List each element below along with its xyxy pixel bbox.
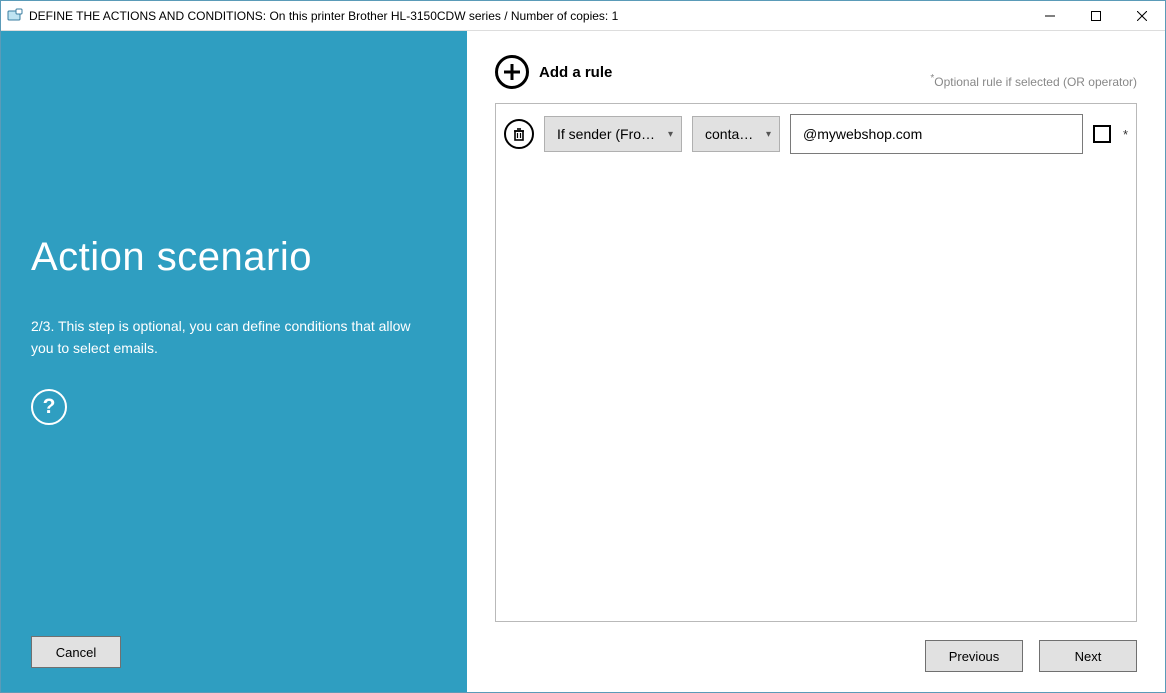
- sidebar-description: 2/3. This step is optional, you can defi…: [31, 316, 421, 359]
- previous-button[interactable]: Previous: [925, 640, 1023, 672]
- help-icon[interactable]: ?: [31, 389, 67, 425]
- footer-buttons: Previous Next: [495, 640, 1137, 672]
- previous-label: Previous: [949, 649, 1000, 664]
- rule-field-label: If sender (From)...: [557, 126, 658, 142]
- trash-icon: [512, 127, 526, 141]
- rule-field-select[interactable]: If sender (From)... ▾: [544, 116, 682, 152]
- rule-value-input[interactable]: [790, 114, 1083, 154]
- title-bar: DEFINE THE ACTIONS AND CONDITIONS: On th…: [1, 1, 1165, 31]
- window-controls: [1027, 1, 1165, 30]
- rule-operator-label: contains: [705, 126, 756, 142]
- minimize-button[interactable]: [1027, 1, 1073, 30]
- help-symbol: ?: [43, 395, 56, 419]
- cancel-button[interactable]: Cancel: [31, 636, 121, 668]
- sidebar-heading: Action scenario: [31, 235, 437, 280]
- optional-note-text: Optional rule if selected (OR operator): [934, 75, 1137, 89]
- next-label: Next: [1075, 649, 1102, 664]
- rules-container: If sender (From)... ▾ contains ▾ *: [495, 103, 1137, 622]
- add-rule-button[interactable]: Add a rule: [495, 55, 612, 89]
- window-title: DEFINE THE ACTIONS AND CONDITIONS: On th…: [29, 9, 618, 23]
- cancel-label: Cancel: [56, 645, 96, 660]
- next-button[interactable]: Next: [1039, 640, 1137, 672]
- maximize-button[interactable]: [1073, 1, 1119, 30]
- app-icon: [7, 8, 23, 24]
- plus-icon: [495, 55, 529, 89]
- sidebar: Action scenario 2/3. This step is option…: [1, 31, 467, 692]
- main-panel: Add a rule *Optional rule if selected (O…: [467, 31, 1165, 692]
- rule-row: If sender (From)... ▾ contains ▾ *: [504, 114, 1128, 154]
- add-rule-label: Add a rule: [539, 64, 612, 81]
- optional-asterisk: *: [1123, 127, 1128, 142]
- chevron-down-icon: ▾: [766, 129, 771, 140]
- optional-note: *Optional rule if selected (OR operator): [930, 73, 1137, 89]
- rule-operator-select[interactable]: contains ▾: [692, 116, 780, 152]
- chevron-down-icon: ▾: [668, 129, 673, 140]
- optional-rule-checkbox[interactable]: [1093, 125, 1111, 143]
- close-button[interactable]: [1119, 1, 1165, 30]
- delete-rule-button[interactable]: [504, 119, 534, 149]
